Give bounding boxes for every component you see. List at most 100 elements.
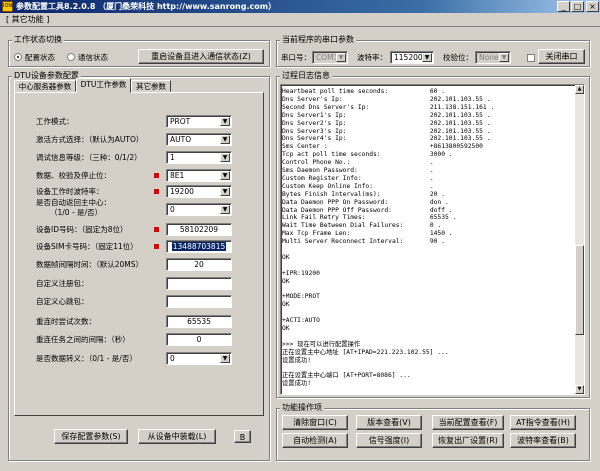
save-config-button[interactable]: 保存配置参数(S) bbox=[54, 429, 128, 444]
param-input[interactable]: 58102209 bbox=[166, 223, 232, 236]
tab-other-params[interactable]: 其它参数 bbox=[131, 80, 171, 92]
comm-state-radio[interactable] bbox=[67, 53, 75, 61]
param-select[interactable]: PROT ▼ bbox=[166, 115, 232, 128]
log-line: >>> 现在可以进行配置操作 bbox=[282, 340, 361, 348]
param-value: 8E1 bbox=[170, 171, 185, 180]
param-input[interactable] bbox=[166, 277, 232, 290]
param-value: 0 bbox=[170, 354, 175, 363]
scroll-up-icon[interactable]: ▲ bbox=[575, 85, 584, 94]
config-state-label: 配置状态 bbox=[25, 53, 55, 62]
menu-bar: [ 其它功能 ] bbox=[0, 13, 600, 27]
log-scrollbar[interactable]: ▲ ▼ bbox=[575, 85, 584, 394]
b-button[interactable]: B bbox=[234, 430, 251, 443]
baud-select[interactable]: 115200 ▼ bbox=[390, 51, 434, 64]
op-button[interactable]: 当前配置查看(F) bbox=[432, 415, 504, 430]
close-window-button[interactable]: × bbox=[586, 1, 599, 12]
param-value: 0 bbox=[196, 335, 202, 344]
op-button[interactable]: 波特率查看(B) bbox=[510, 433, 576, 448]
port-select[interactable]: COM1 ▼ bbox=[312, 51, 348, 64]
scroll-thumb[interactable] bbox=[575, 245, 584, 335]
param-input[interactable]: 13488703815 bbox=[166, 240, 232, 253]
baud-label: 波特率： bbox=[357, 53, 387, 62]
port-dropdown-icon[interactable]: ▼ bbox=[336, 53, 346, 62]
param-select[interactable]: 1 ▼ bbox=[166, 151, 232, 164]
op-button[interactable]: AT指令查看(H) bbox=[510, 415, 576, 430]
op-button[interactable]: 清除窗口(C) bbox=[282, 415, 348, 430]
title-bar[interactable]: 参数配置工具8.2.0.8 （厦门桑荣科技 http://www.sanrong… bbox=[0, 0, 600, 13]
maximize-button[interactable]: □ bbox=[571, 1, 584, 12]
serial-params-group-label: 当前程序的串口参数 bbox=[280, 35, 356, 45]
param-select[interactable]: 8E1 ▼ bbox=[166, 169, 232, 182]
param-input[interactable] bbox=[166, 295, 232, 308]
param-input[interactable]: 65535 bbox=[166, 315, 232, 328]
parity-select[interactable]: None ▼ bbox=[475, 51, 511, 64]
param-select[interactable]: 0 ▼ bbox=[166, 352, 232, 365]
menu-other-functions[interactable]: [ 其它功能 ] bbox=[6, 15, 49, 24]
log-line: Custom Keep Online Info: . bbox=[282, 182, 434, 190]
row-label: 自定义注册包： bbox=[36, 279, 89, 288]
op-button[interactable]: 恢复出厂设置(R) bbox=[432, 433, 504, 448]
param-select[interactable]: 19200 ▼ bbox=[166, 185, 232, 198]
op-button[interactable]: 版本查看(V) bbox=[356, 415, 422, 430]
log-line: OK bbox=[282, 325, 290, 332]
log-textbox[interactable]: Heartbeat poll time seconds: 60 . Dns Ser… bbox=[280, 84, 585, 395]
param-dropdown-icon[interactable]: ▼ bbox=[220, 117, 230, 126]
required-marker bbox=[154, 244, 159, 249]
row-label: 工作模式： bbox=[36, 117, 74, 126]
app-icon: ION bbox=[2, 1, 13, 12]
scroll-down-icon[interactable]: ▼ bbox=[575, 385, 584, 394]
log-line: 设置成功! bbox=[282, 380, 311, 388]
param-select[interactable]: AUTO ▼ bbox=[166, 133, 232, 146]
row-label: 是否数据转义：（0/1 - 是/否） bbox=[36, 354, 137, 363]
param-dropdown-icon[interactable]: ▼ bbox=[220, 135, 230, 144]
load-from-device-button[interactable]: 从设备中装载(L) bbox=[138, 429, 216, 444]
function-ops-group-label: 功能操作项 bbox=[280, 403, 324, 413]
row-label-sub: （1/0 - 是/否） bbox=[50, 208, 103, 217]
log-line: Second Dns Server's Ip: 211.138.151.161 … bbox=[282, 103, 495, 111]
param-dropdown-icon[interactable]: ▼ bbox=[220, 153, 230, 162]
window-title: 参数配置工具8.2.0.8 （厦门桑荣科技 http://www.sanrong… bbox=[16, 2, 277, 11]
config-state-radio[interactable] bbox=[14, 53, 22, 61]
param-dropdown-icon[interactable]: ▼ bbox=[220, 171, 230, 180]
log-line: Dns Server's Ip: 202.101.103.55 . bbox=[282, 95, 491, 103]
work-state-group-label: 工作状态切换 bbox=[12, 35, 64, 45]
log-line: Dns Server4's Ip: 202.101.103.55 . bbox=[282, 135, 491, 143]
op-button[interactable]: 信号强度(I) bbox=[356, 433, 422, 448]
tab-center-server[interactable]: 中心服务器参数 bbox=[14, 80, 76, 92]
log-line: Dns Server1's Ip: 202.101.103.55 . bbox=[282, 111, 491, 119]
port-label: 串口号： bbox=[281, 53, 311, 62]
log-line: Custom Register Info: . bbox=[282, 174, 434, 182]
row-label: 调试信息等级：（三种：0/1/2） bbox=[36, 153, 142, 162]
param-select[interactable]: 0 ▼ bbox=[166, 203, 232, 216]
parity-label: 校验位： bbox=[443, 53, 473, 62]
log-group-label: 过程日志信息 bbox=[280, 71, 332, 81]
row-label: 是否自动返回主中心： bbox=[36, 198, 111, 207]
param-input[interactable]: 20 bbox=[166, 258, 232, 271]
row-label: 自定义心跳包： bbox=[36, 297, 89, 306]
param-value: AUTO bbox=[170, 135, 192, 144]
row-label: 设备ID号码：（固定为8位） bbox=[36, 225, 128, 234]
row-label: 设备工作时波特率： bbox=[36, 187, 104, 196]
log-line: Bytes Finish Interval(ms): 20 . bbox=[282, 190, 446, 198]
close-port-button[interactable]: 关闭串口 bbox=[538, 49, 585, 64]
serial-checkbox[interactable] bbox=[527, 54, 535, 62]
param-dropdown-icon[interactable]: ▼ bbox=[220, 205, 230, 214]
log-line: 正在设置主中心地址 [AT+IPAD=221.223.102.55] ... bbox=[282, 348, 449, 356]
param-value: PROT bbox=[170, 117, 191, 126]
param-dropdown-icon[interactable]: ▼ bbox=[220, 354, 230, 363]
log-line: Dns Server3's Ip: 202.101.103.55 . bbox=[282, 127, 491, 135]
parity-dropdown-icon[interactable]: ▼ bbox=[499, 53, 509, 62]
log-line: Max Tcp Frame Len: 1450 . bbox=[282, 230, 453, 238]
tab-dtu-work-params[interactable]: DTU工作参数 bbox=[76, 78, 131, 93]
baud-dropdown-icon[interactable]: ▼ bbox=[422, 53, 432, 62]
param-value: 0 bbox=[170, 205, 175, 214]
param-input[interactable]: 0 bbox=[166, 333, 232, 346]
op-button[interactable]: 自动检测(A) bbox=[282, 433, 348, 448]
log-line: +MODE:PROT bbox=[282, 293, 320, 301]
param-dropdown-icon[interactable]: ▼ bbox=[220, 187, 230, 196]
log-line: +ACTI:AUTO bbox=[282, 317, 320, 325]
minimize-button[interactable]: _ bbox=[557, 1, 570, 12]
restart-device-button[interactable]: 重启设备且进入通信状态(Z) bbox=[138, 49, 264, 64]
